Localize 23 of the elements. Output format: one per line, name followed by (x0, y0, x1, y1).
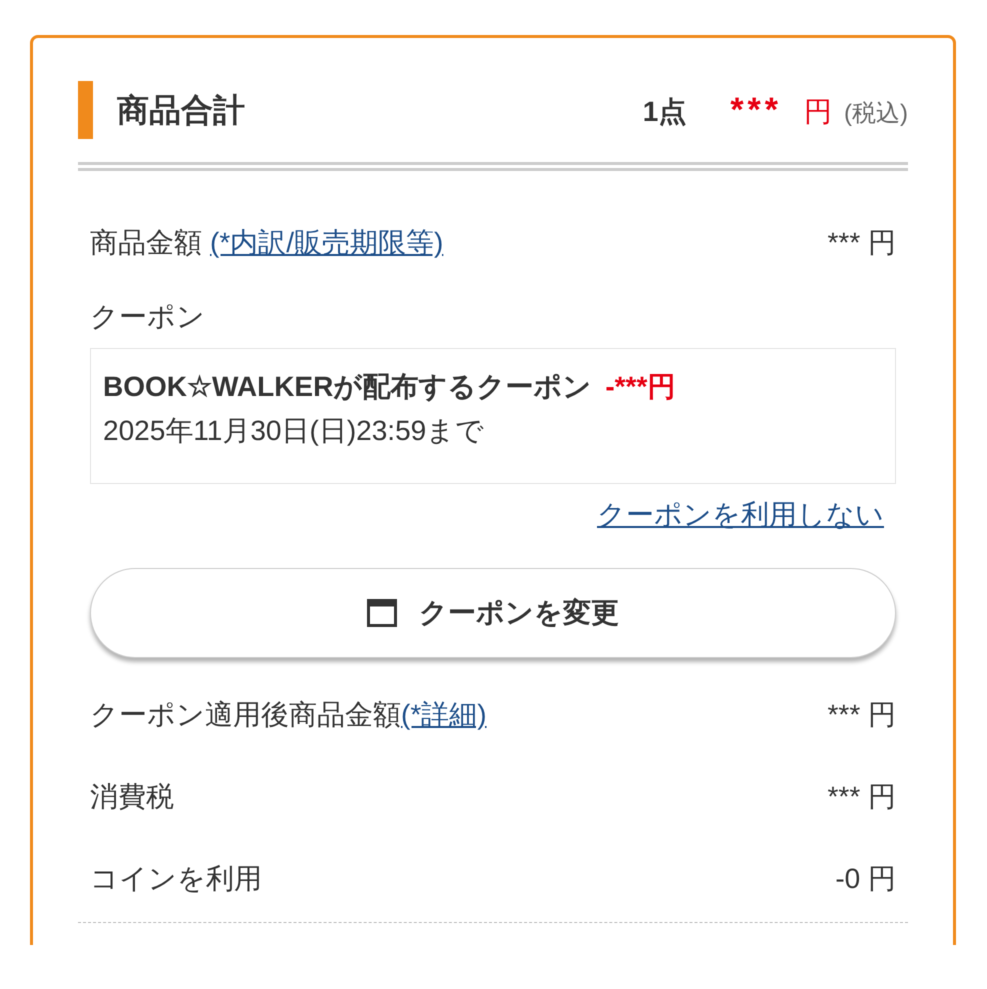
coupon-expiry: 2025年11月30日(日)23:59まで (103, 414, 486, 448)
coupon-discount: -***円 (605, 370, 676, 404)
row-value: *** 円 (828, 698, 896, 732)
row-value: *** 円 (828, 780, 896, 814)
item-count: 1点 (642, 94, 686, 128)
coupon-label: クーポン (90, 300, 206, 334)
breakdown-link[interactable]: (*内訳/販売期限等) (210, 222, 444, 264)
detail-link[interactable]: (*詳細) (401, 694, 487, 736)
row-label: コインを利用 (90, 862, 262, 896)
row-label: クーポン適用後商品金額 (90, 698, 401, 732)
row-value: -0 円 (835, 862, 896, 896)
currency: 円 (804, 94, 832, 128)
remove-coupon-link[interactable]: クーポンを利用しない (597, 494, 884, 536)
accent-bar (78, 81, 93, 139)
total-price: *** (730, 90, 782, 130)
row-value: *** 円 (828, 226, 896, 260)
window-icon (367, 599, 397, 627)
coupon-name: BOOK☆WALKERが配布するクーポン (103, 370, 592, 404)
change-coupon-button[interactable]: クーポンを変更 (90, 568, 896, 658)
tax-note: (税込) (844, 98, 908, 128)
section-title: 商品合計 (117, 91, 245, 130)
row-label: 消費税 (90, 780, 174, 814)
row-label: 商品金額 (90, 226, 202, 260)
